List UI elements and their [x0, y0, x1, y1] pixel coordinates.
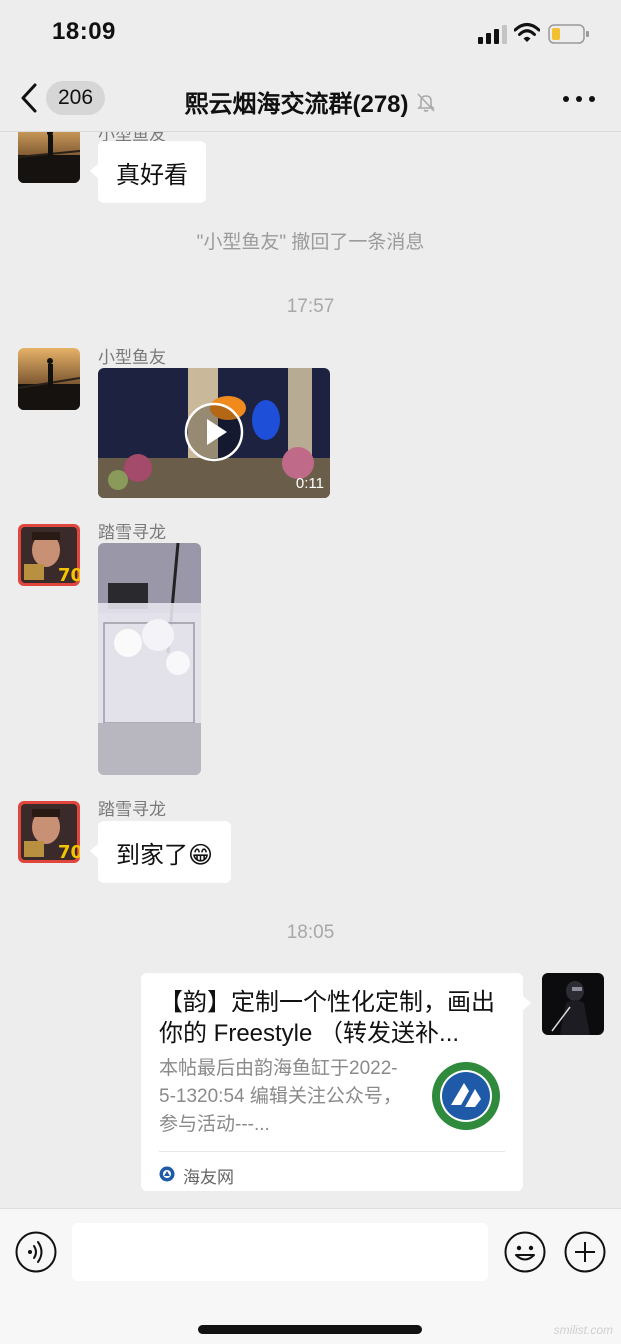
- message-text: 真好看: [116, 161, 188, 189]
- link-description: 本帖最后由韵海鱼缸于2022-5-1320:54 编辑关注公众号，参与活动---…: [159, 1058, 402, 1135]
- sender-name: 踏雪寻龙: [98, 523, 166, 542]
- avatar-taxue-xunlong[interactable]: 70: [18, 524, 80, 586]
- message-text: 到家了😁: [116, 841, 214, 869]
- sender-name: 踏雪寻龙: [98, 800, 166, 819]
- plus-icon[interactable]: [564, 1231, 606, 1273]
- link-card-message[interactable]: 【韵】定制一个性化定制，画出你的 Freestyle （转发送补... 本帖最后…: [141, 973, 531, 1191]
- message-bubble[interactable]: 到家了😁: [89, 821, 232, 883]
- message-bubble[interactable]: 真好看: [90, 141, 206, 203]
- link-title: 【韵】定制一个性化定制，画出你的 Freestyle （转发送补...: [159, 989, 495, 1047]
- chat-header: 206 熙云烟海交流群(278): [0, 66, 621, 132]
- home-indicator[interactable]: [198, 1325, 422, 1334]
- divider: [159, 1151, 505, 1152]
- avatar-xiaoxing-yuyou[interactable]: [18, 348, 80, 410]
- source-app-icon: [159, 1166, 175, 1182]
- haiyou-logo-icon: [432, 1062, 500, 1130]
- avatar-image: [542, 973, 604, 1035]
- chat-message-list[interactable]: 小型鱼友 真好看 "小型鱼友" 撤回了一条消息 17:57 小型鱼友 0:11 …: [0, 132, 621, 1208]
- avatar-taxue-xunlong[interactable]: 70: [18, 801, 80, 863]
- timestamp: 18:05: [286, 922, 335, 943]
- avatar-image: [18, 348, 80, 410]
- status-bar: 18:09: [0, 0, 621, 66]
- status-time: 18:09: [52, 18, 116, 45]
- svg-text:70: 70: [58, 565, 80, 586]
- link-source: 海友网: [183, 1168, 234, 1187]
- battery-icon: [548, 24, 589, 44]
- recall-notice: "小型鱼友" 撤回了一条消息: [196, 232, 425, 253]
- group-name: 熙云烟海交流群(278): [184, 91, 409, 118]
- photo-thumbnail: [98, 543, 201, 775]
- avatar-image: 70: [18, 524, 80, 586]
- svg-text:70: 70: [58, 842, 80, 863]
- more-icon[interactable]: [561, 92, 597, 106]
- message-input[interactable]: [72, 1223, 488, 1281]
- voice-icon[interactable]: [15, 1231, 57, 1273]
- watermark: smilist.com: [553, 1323, 613, 1337]
- avatar-image: 70: [18, 801, 80, 863]
- avatar-xiaoxing-yuyou[interactable]: [18, 132, 80, 183]
- timestamp: 17:57: [286, 296, 335, 317]
- sender-name: 小型鱼友: [98, 348, 166, 367]
- wifi-icon: [514, 23, 540, 42]
- bell-muted-icon: [416, 92, 435, 112]
- cellular-signal-icon: [478, 25, 507, 44]
- emoji-icon[interactable]: [504, 1231, 546, 1273]
- video-duration: 0:11: [295, 475, 324, 492]
- play-icon[interactable]: [184, 402, 244, 462]
- image-message[interactable]: [98, 543, 201, 775]
- avatar-self[interactable]: [542, 973, 604, 1035]
- input-bar: smilist.com: [0, 1208, 621, 1344]
- chat-title[interactable]: 熙云烟海交流群(278): [0, 84, 621, 119]
- video-message[interactable]: 0:11: [98, 368, 330, 498]
- avatar-image: [18, 132, 80, 183]
